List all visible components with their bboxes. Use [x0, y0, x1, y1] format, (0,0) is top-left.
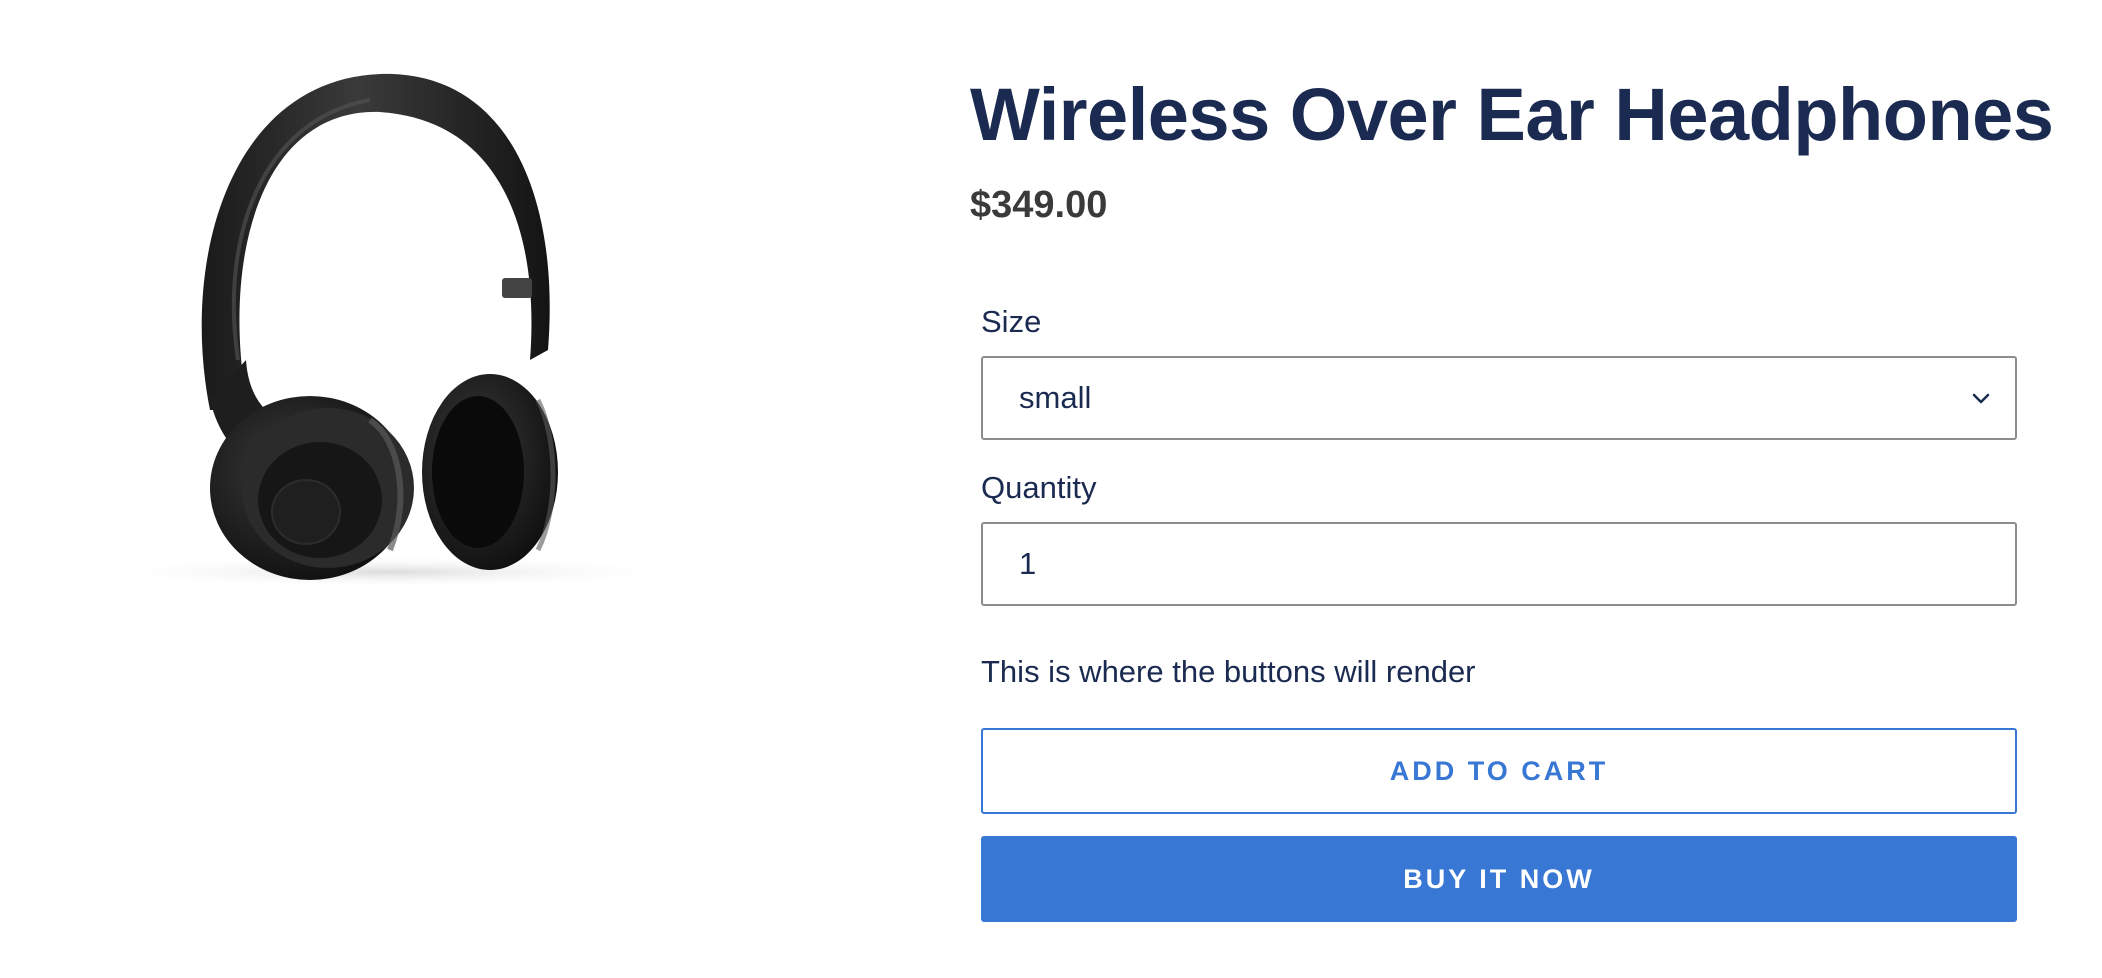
product-title: Wireless Over Ear Headphones [970, 73, 2054, 156]
headphones-icon [90, 73, 690, 588]
buy-it-now-button[interactable]: BUY IT NOW [981, 836, 2017, 922]
add-to-cart-button[interactable]: ADD TO CART [981, 728, 2017, 814]
product-price: $349.00 [970, 184, 1108, 226]
size-select[interactable]: small [981, 356, 2017, 440]
quantity-input[interactable] [981, 522, 2017, 606]
chevron-down-icon [1972, 393, 1990, 404]
buttons-render-note: This is where the buttons will render [981, 654, 1476, 689]
quantity-label: Quantity [981, 470, 1097, 505]
product-image [70, 60, 710, 600]
size-label: Size [981, 304, 1042, 339]
size-select-value: small [1019, 380, 1092, 415]
